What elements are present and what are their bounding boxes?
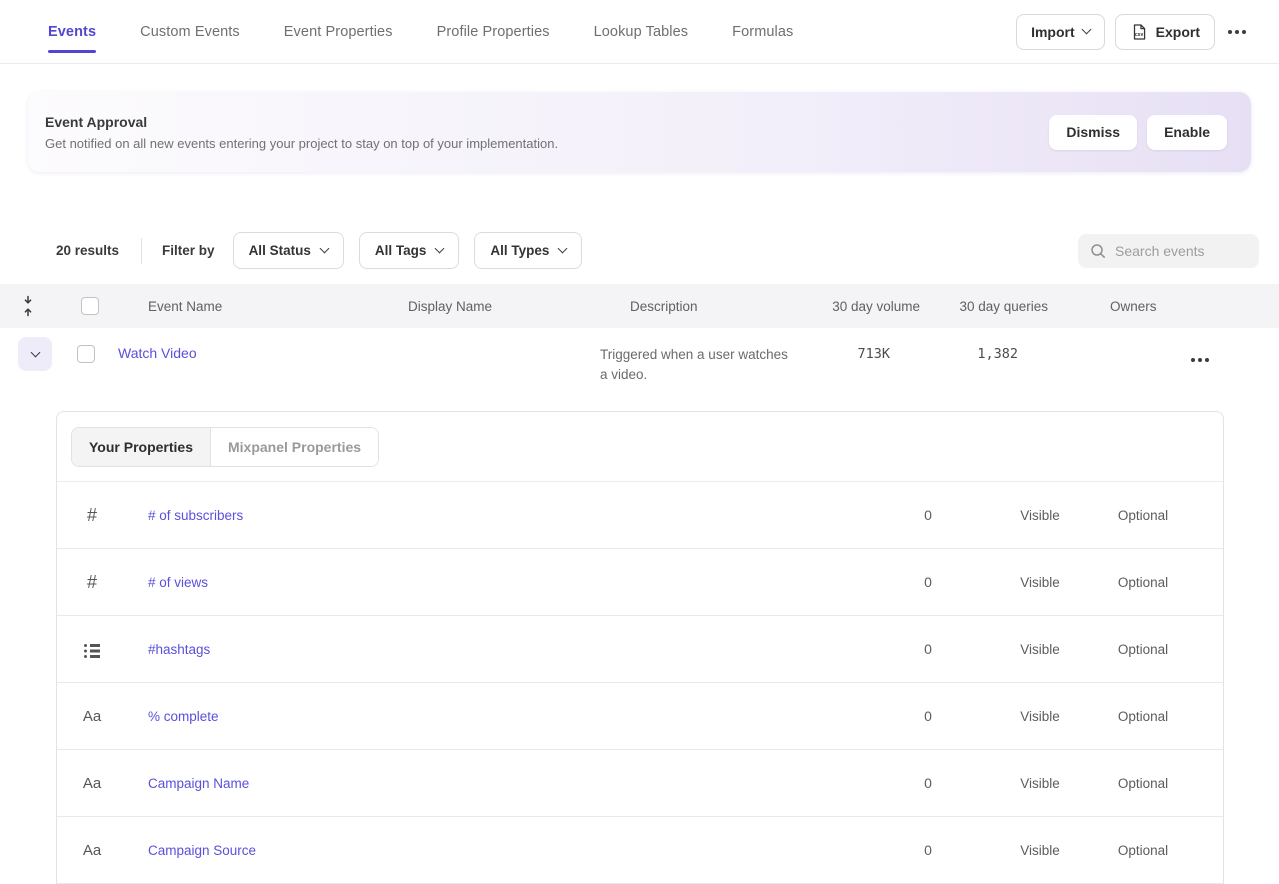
- tab-profile-properties[interactable]: Profile Properties: [437, 0, 550, 63]
- dismiss-button[interactable]: Dismiss: [1049, 115, 1137, 150]
- property-visibility: Visible: [997, 642, 1083, 657]
- property-count: 0: [888, 842, 968, 858]
- tags-filter-dropdown[interactable]: All Tags: [359, 232, 460, 269]
- svg-text:csv: csv: [1135, 31, 1144, 37]
- property-count: 0: [888, 708, 968, 724]
- number-type-icon: [81, 571, 103, 593]
- more-menu-button[interactable]: [1225, 15, 1259, 49]
- select-all-checkbox[interactable]: [81, 297, 99, 315]
- lexicon-tabs: Events Custom Events Event Properties Pr…: [48, 0, 793, 63]
- enable-button[interactable]: Enable: [1147, 115, 1227, 150]
- property-name-link[interactable]: Campaign Name: [148, 776, 888, 791]
- property-name-link[interactable]: # of views: [148, 575, 888, 590]
- events-table-header: Event Name Display Name Description 30 d…: [0, 284, 1279, 328]
- property-requirement: Optional: [1083, 843, 1203, 858]
- chevron-down-icon: [1081, 25, 1091, 35]
- banner-description: Get notified on all new events entering …: [45, 136, 558, 151]
- search-input[interactable]: [1115, 243, 1235, 259]
- import-button[interactable]: Import: [1016, 14, 1105, 50]
- property-row: Campaign Source 0 Visible Optional: [57, 817, 1223, 884]
- tab-lookup-tables[interactable]: Lookup Tables: [594, 0, 689, 63]
- types-filter-dropdown[interactable]: All Types: [474, 232, 582, 269]
- export-button-label: Export: [1156, 24, 1200, 40]
- column-event-name: Event Name: [148, 299, 408, 314]
- import-button-label: Import: [1031, 24, 1075, 40]
- property-visibility: Visible: [997, 843, 1083, 858]
- property-count: 0: [888, 574, 968, 590]
- filter-toolbar: 20 results Filter by All Status All Tags…: [56, 232, 1259, 269]
- tab-mixpanel-properties[interactable]: Mixpanel Properties: [211, 428, 378, 466]
- column-30-day-queries: 30 day queries: [920, 299, 1048, 314]
- types-filter-label: All Types: [490, 243, 549, 258]
- table-row-watch-video: Watch Video Triggered when a user watche…: [0, 328, 1279, 411]
- chevron-down-icon: [319, 244, 329, 254]
- chevron-down-icon: [558, 244, 568, 254]
- number-type-icon: [81, 504, 103, 526]
- property-count: 0: [888, 775, 968, 791]
- property-name-link[interactable]: #hashtags: [148, 642, 888, 657]
- text-type-icon: [81, 705, 103, 727]
- property-requirement: Optional: [1083, 709, 1203, 724]
- event-display-name: [378, 328, 600, 345]
- column-description: Description: [630, 299, 820, 314]
- filter-by-label: Filter by: [162, 243, 215, 258]
- tab-your-properties[interactable]: Your Properties: [72, 428, 211, 466]
- property-requirement: Optional: [1083, 575, 1203, 590]
- property-row: # of subscribers 0 Visible Optional: [57, 482, 1223, 549]
- event-description: Triggered when a user watches a video.: [600, 347, 788, 382]
- property-name-link[interactable]: Campaign Source: [148, 843, 888, 858]
- tab-formulas[interactable]: Formulas: [732, 0, 793, 63]
- property-name-link[interactable]: # of subscribers: [148, 508, 888, 523]
- property-count: 0: [888, 507, 968, 523]
- property-name-link[interactable]: % complete: [148, 709, 888, 724]
- more-menu-icon: [1228, 30, 1232, 34]
- column-30-day-volume: 30 day volume: [820, 299, 920, 314]
- collapse-rows-icon[interactable]: [21, 295, 35, 317]
- row-checkbox[interactable]: [77, 345, 95, 363]
- event-owners: [1018, 328, 1160, 345]
- csv-file-icon: csv: [1130, 23, 1148, 41]
- chevron-down-icon: [30, 348, 40, 358]
- tags-filter-label: All Tags: [375, 243, 427, 258]
- results-count: 20 results: [56, 243, 119, 258]
- more-menu-icon: [1191, 358, 1195, 362]
- property-visibility: Visible: [997, 776, 1083, 791]
- column-owners: Owners: [1048, 299, 1190, 314]
- property-requirement: Optional: [1083, 508, 1203, 523]
- text-type-icon: [81, 772, 103, 794]
- search-events-box[interactable]: [1078, 234, 1259, 268]
- row-more-menu-button[interactable]: [1188, 352, 1222, 368]
- event-30-day-queries: 1,382: [977, 346, 1018, 362]
- property-visibility: Visible: [997, 575, 1083, 590]
- property-row: Campaign Name 0 Visible Optional: [57, 750, 1223, 817]
- banner-title: Event Approval: [45, 114, 558, 130]
- tab-event-properties[interactable]: Event Properties: [284, 0, 393, 63]
- event-approval-banner: Event Approval Get notified on all new e…: [28, 92, 1251, 172]
- list-type-icon: [81, 638, 103, 660]
- property-requirement: Optional: [1083, 642, 1203, 657]
- column-display-name: Display Name: [408, 299, 630, 314]
- status-filter-dropdown[interactable]: All Status: [233, 232, 344, 269]
- property-row: % complete 0 Visible Optional: [57, 683, 1223, 750]
- top-navigation: Events Custom Events Event Properties Pr…: [0, 0, 1279, 64]
- property-requirement: Optional: [1083, 776, 1203, 791]
- property-row: #hashtags 0 Visible Optional: [57, 616, 1223, 683]
- event-properties-panel: Your Properties Mixpanel Properties # of…: [56, 411, 1224, 884]
- collapse-row-button[interactable]: [18, 337, 52, 371]
- chevron-down-icon: [435, 244, 445, 254]
- property-visibility: Visible: [997, 709, 1083, 724]
- event-30-day-volume: 713K: [857, 346, 890, 362]
- tab-events[interactable]: Events: [48, 0, 96, 63]
- export-button[interactable]: csv Export: [1115, 14, 1215, 50]
- property-visibility: Visible: [997, 508, 1083, 523]
- text-type-icon: [81, 839, 103, 861]
- event-name-link[interactable]: Watch Video: [118, 345, 197, 361]
- divider: [141, 238, 142, 264]
- tab-custom-events[interactable]: Custom Events: [140, 0, 240, 63]
- status-filter-label: All Status: [249, 243, 311, 258]
- search-icon: [1090, 243, 1106, 259]
- property-row: # of views 0 Visible Optional: [57, 549, 1223, 616]
- properties-tab-group: Your Properties Mixpanel Properties: [71, 427, 379, 467]
- property-count: 0: [888, 641, 968, 657]
